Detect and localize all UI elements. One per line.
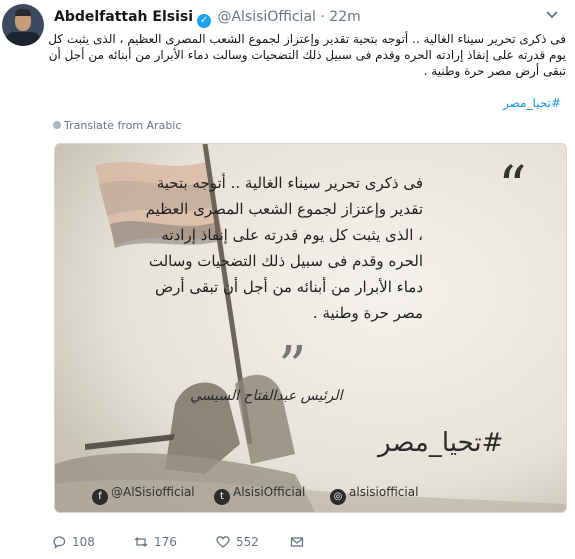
twitter-handle: AlsisiOfficial: [233, 485, 306, 499]
author-name[interactable]: Abdelfattah Elsisi: [54, 9, 193, 25]
facebook-handle: @AlSisiofficial: [111, 485, 195, 499]
reply-count: 108: [72, 535, 95, 549]
reply-button[interactable]: 108: [52, 535, 95, 549]
retweet-button[interactable]: 176: [134, 535, 177, 549]
card-hashtag: #تحيا_مصر: [378, 428, 504, 458]
translate-label: Translate from Arabic: [64, 119, 182, 132]
translate-link[interactable]: Translate from Arabic: [53, 119, 181, 132]
avatar[interactable]: [2, 4, 44, 46]
like-count: 552: [236, 535, 259, 549]
direct-message-button[interactable]: [290, 535, 304, 549]
avatar-hair: [15, 9, 31, 16]
author-handle[interactable]: @AlsisiOfficial: [217, 9, 315, 25]
tweet-text: فى ذكرى تحرير سيناء الغالية .. أتوجه بتح…: [48, 32, 566, 78]
card-twitter: t AlsisiOfficial: [214, 485, 305, 505]
card-quote-text: فى ذكرى تحرير سيناء الغالية .. أتوجه بتح…: [145, 174, 423, 322]
retweet-icon: [134, 537, 148, 547]
tweet-time[interactable]: 22m: [329, 9, 360, 25]
avatar-suit: [5, 32, 41, 46]
heart-icon: [216, 536, 230, 548]
facebook-icon: f: [92, 489, 108, 505]
globe-icon: [53, 121, 61, 129]
card-facebook: f @AlSisiofficial: [92, 485, 195, 505]
like-button[interactable]: 552: [216, 535, 259, 549]
tweet-header: Abdelfattah Elsisi ✓ @AlsisiOfficial · 22…: [54, 9, 361, 28]
retweet-count: 176: [154, 535, 177, 549]
reply-icon: [53, 536, 66, 549]
card-signature: الرئيس عبدالفتاح السيسي: [190, 388, 343, 404]
chevron-down-icon[interactable]: [546, 10, 558, 20]
separator-dot: ·: [320, 9, 325, 25]
envelope-icon: [290, 537, 304, 547]
instagram-handle: alsisiofficial: [349, 485, 419, 499]
card-instagram: ◎ alsisiofficial: [330, 485, 418, 505]
instagram-icon: ◎: [330, 489, 346, 505]
twitter-bird-icon: t: [214, 489, 230, 505]
verified-badge-icon: ✓: [197, 14, 212, 28]
tweet-hashtag-link[interactable]: #تحيا_مصر: [503, 96, 561, 110]
open-quote-icon: “: [498, 155, 527, 220]
